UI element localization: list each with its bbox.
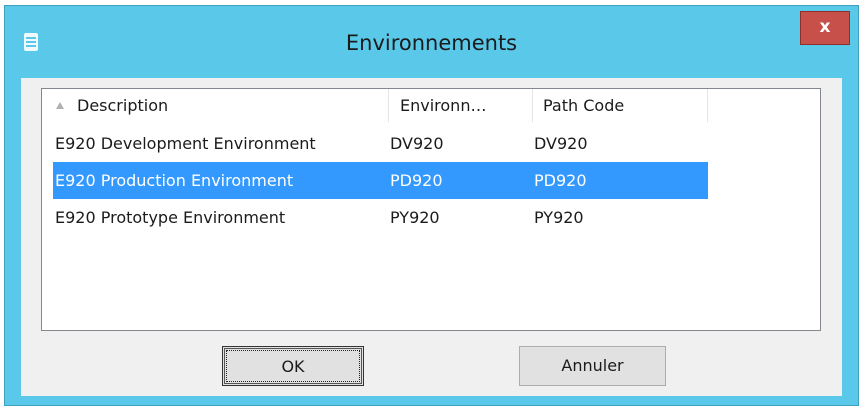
- list-header: Description Environn… Path Code: [42, 89, 820, 122]
- ok-button-label: OK: [226, 350, 360, 382]
- dialog-title: Environnements: [345, 31, 518, 55]
- dialog-body: Description Environn… Path Code E920 Dev…: [21, 78, 842, 396]
- column-header-environment[interactable]: Environn…: [389, 89, 533, 122]
- column-header-path-code[interactable]: Path Code: [533, 89, 708, 122]
- cell-description: E920 Development Environment: [55, 134, 316, 153]
- ok-button[interactable]: OK: [222, 346, 364, 386]
- cell-environment: PD920: [390, 171, 443, 190]
- environment-list[interactable]: Description Environn… Path Code E920 Dev…: [41, 88, 821, 331]
- list-item[interactable]: E920 Prototype Environment PY920 PY920: [53, 199, 708, 236]
- column-header-description[interactable]: Description: [42, 89, 389, 122]
- cell-environment: DV920: [390, 134, 444, 153]
- cell-environment: PY920: [390, 208, 440, 227]
- title-bar[interactable]: Environnements x: [5, 6, 858, 78]
- column-header-label: Description: [77, 96, 169, 115]
- cell-path-code: PD920: [534, 171, 587, 190]
- cancel-button[interactable]: Annuler: [519, 346, 666, 386]
- cell-path-code: DV920: [534, 134, 588, 153]
- list-item-selected[interactable]: E920 Production Environment PD920 PD920: [53, 162, 708, 199]
- column-header-label: Environn…: [400, 96, 487, 115]
- list-item[interactable]: E920 Development Environment DV920 DV920: [53, 125, 708, 162]
- sort-ascending-icon: [56, 102, 64, 109]
- cell-path-code: PY920: [534, 208, 584, 227]
- cell-description: E920 Prototype Environment: [55, 208, 286, 227]
- cell-description: E920 Production Environment: [55, 171, 294, 190]
- close-button[interactable]: x: [800, 11, 850, 45]
- column-header-label: Path Code: [543, 96, 625, 115]
- environments-dialog: Environnements x Description Environn… P…: [4, 5, 859, 406]
